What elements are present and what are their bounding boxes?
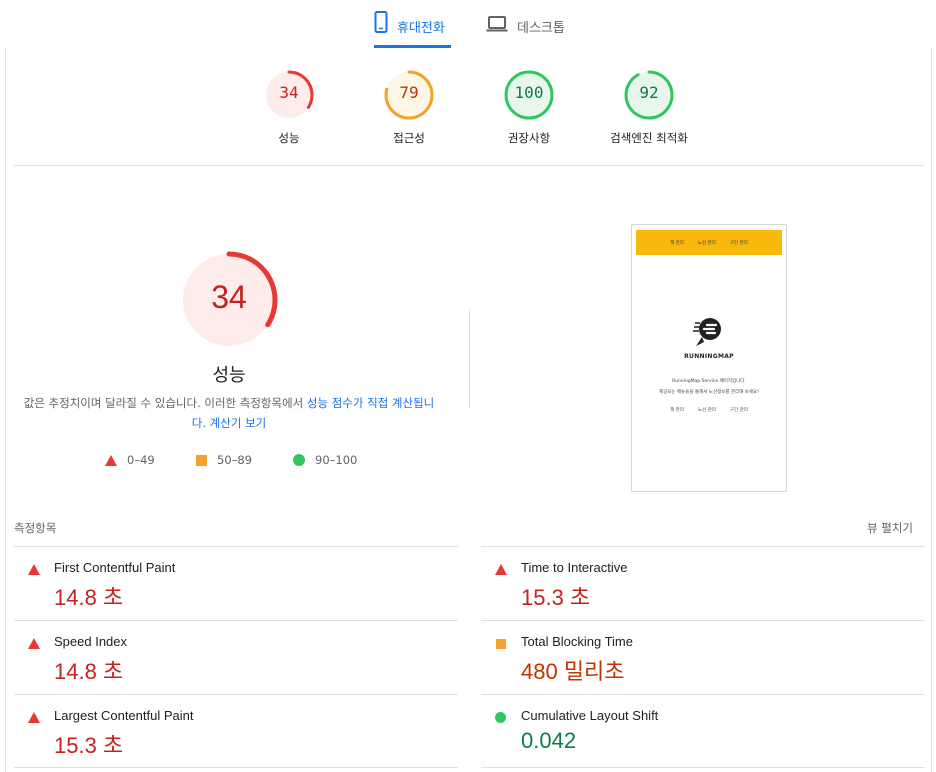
page-screenshot[interactable]: 책 관리 노선 관리 구간 관리 RUNNINGMAP RunningMap S…: [631, 224, 787, 492]
performance-description: 값은 추정치이며 달라질 수 있습니다. 이러한 측정항목에서 성능 점수가 직…: [22, 393, 436, 433]
screenshot-links: 책 관리 노선 관리 구간 관리: [632, 407, 786, 413]
metric-first-contentful-paint: First Contentful Paint 14.8 초: [14, 546, 458, 620]
gauge-best-practices[interactable]: 100 권장사항: [479, 69, 579, 146]
description-text: 값은 추정치이며 달라질 수 있습니다. 이러한 측정항목에서: [23, 396, 307, 410]
vertical-divider: [469, 310, 470, 408]
gauge-label: 권장사항: [507, 131, 551, 145]
legend-range: 50–89: [217, 453, 253, 467]
fail-triangle-icon: [28, 564, 40, 575]
gauge-label: 검색엔진 최적화: [610, 131, 688, 145]
screenshot-link: 구간 관리: [729, 408, 748, 413]
gauge-performance[interactable]: 34 성능: [239, 69, 339, 146]
laptop-icon: [486, 10, 508, 34]
metric-label: Time to Interactive: [521, 560, 628, 575]
screenshot-nav-bar: 책 관리 노선 관리 구간 관리: [636, 230, 782, 255]
section-divider: [14, 165, 924, 166]
metric-label: First Contentful Paint: [54, 560, 176, 575]
legend-range: 90–100: [315, 453, 358, 467]
performance-title: 성능: [212, 365, 246, 386]
gauge-score: 34: [279, 83, 299, 102]
tab-desktop[interactable]: 데스크톱: [486, 10, 576, 48]
score-calculation-link-text: 성능 점수가 직접 계산됩니: [306, 396, 435, 410]
gauge-label: 접근성: [393, 131, 425, 145]
legend-average: 50–89: [196, 453, 252, 467]
metric-speed-index: Speed Index 14.8 초: [14, 620, 458, 694]
red-triangle-icon: [105, 454, 117, 466]
metric-value: 480 밀리초: [521, 659, 625, 684]
screenshot-link: 책 관리: [670, 408, 684, 413]
gauge-score: 92: [639, 83, 659, 102]
device-tabs: 휴대전화 데스크톱: [0, 0, 936, 48]
metric-label: Speed Index: [54, 634, 128, 649]
metric-total-blocking-time: Total Blocking Time 480 밀리초: [481, 620, 925, 694]
calculator-link[interactable]: 계산기 보기: [210, 416, 267, 430]
green-circle-icon: [293, 454, 305, 466]
metric-value: 0.042: [521, 728, 577, 753]
score-calculation-link-text-end: 다.: [191, 416, 207, 430]
metric-time-to-interactive: Time to Interactive 15.3 초: [481, 546, 925, 620]
legend-fail: 0–49: [105, 453, 155, 467]
metrics-heading: 측정항목: [14, 521, 57, 535]
legend-range: 0–49: [127, 453, 155, 467]
mobile-phone-icon: [374, 10, 388, 34]
performance-score: 34: [211, 279, 247, 315]
metric-value: 15.3 초: [54, 733, 124, 758]
fail-triangle-icon: [28, 638, 40, 649]
metric-value: 15.3 초: [521, 585, 591, 610]
tab-mobile[interactable]: 휴대전화: [374, 10, 451, 48]
tab-desktop-label: 데스크톱: [517, 21, 565, 36]
fail-triangle-icon: [28, 712, 40, 723]
metric-value: 14.8 초: [54, 659, 124, 684]
metric-value: 14.8 초: [54, 585, 124, 610]
screenshot-text-line: RunningMap Service 페이지입니다.: [672, 379, 746, 384]
metric-label: Largest Contentful Paint: [54, 708, 194, 723]
orange-square-icon: [196, 454, 207, 466]
screenshot-link: 노선 관리: [697, 408, 716, 413]
runner-logo-icon: [692, 315, 726, 353]
gauge-label: 성능: [278, 131, 300, 145]
screenshot-brand: RUNNINGMAP: [684, 353, 734, 360]
tab-mobile-label: 휴대전화: [397, 21, 445, 36]
expand-view-button[interactable]: 뷰 펼치기: [867, 520, 913, 536]
fail-triangle-icon: [495, 564, 507, 575]
metric-label: Cumulative Layout Shift: [521, 708, 659, 723]
average-square-icon: [496, 639, 506, 649]
metric-label: Total Blocking Time: [521, 634, 633, 649]
screenshot-nav-item: 책 관리: [670, 240, 684, 246]
row-divider: [14, 767, 458, 768]
gauge-score: 100: [514, 83, 544, 102]
gauge-seo[interactable]: 92 검색엔진 최적화: [599, 69, 699, 146]
gauge-accessibility[interactable]: 79 접근성: [359, 69, 459, 146]
metric-cumulative-layout-shift: Cumulative Layout Shift 0.042: [481, 694, 925, 768]
screenshot-text-line: 제공되는 메뉴들을 통해서 노선정보를 관리해 보세요!: [658, 390, 760, 395]
screenshot-nav-item: 구간 관리: [729, 240, 748, 246]
metric-largest-contentful-paint: Largest Contentful Paint 15.3 초: [14, 694, 458, 768]
screenshot-nav-item: 노선 관리: [697, 240, 716, 246]
pass-circle-icon: [495, 712, 506, 723]
row-divider: [481, 767, 925, 768]
gauge-score: 79: [399, 83, 419, 102]
legend-pass: 90–100: [293, 453, 357, 467]
